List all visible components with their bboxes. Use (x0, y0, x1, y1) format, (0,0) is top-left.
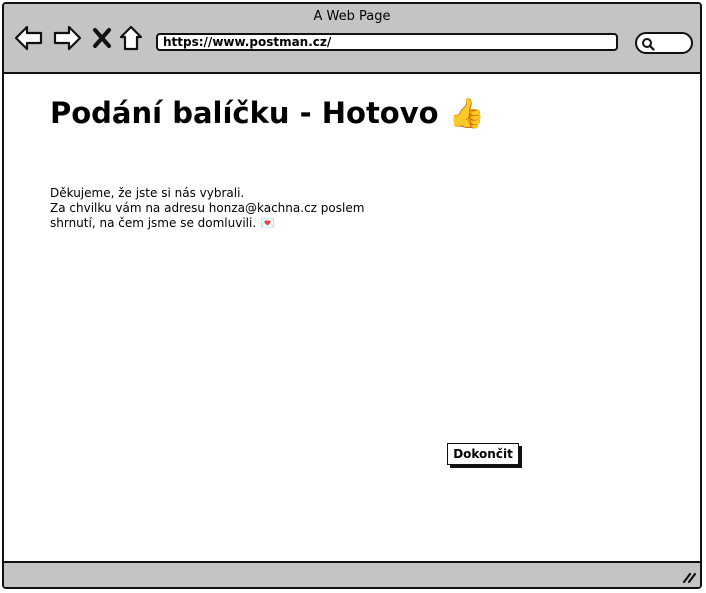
back-arrow-icon[interactable] (14, 24, 44, 52)
close-icon[interactable] (92, 27, 112, 49)
browser-toolbar: A Web Page https://www.postman.cz/ (4, 4, 700, 74)
message-line: Za chvilku vám na adresu honza@kachna.cz… (50, 201, 365, 215)
finish-button[interactable]: Dokončit (447, 443, 519, 465)
page-title: Podání balíčku - Hotovo 👍 (50, 94, 485, 132)
message-line: shrnutí, na čem jsme se domluvili. 💌 (50, 216, 275, 230)
page-content: Podání balíčku - Hotovo 👍 Děkujeme, že j… (4, 74, 700, 561)
forward-arrow-icon[interactable] (52, 24, 82, 52)
home-icon[interactable] (118, 24, 144, 52)
thumbs-up-icon: 👍 (448, 96, 485, 130)
address-bar[interactable]: https://www.postman.cz/ (156, 33, 618, 51)
message-line: Děkujeme, že jste si nás vybrali. (50, 186, 245, 200)
search-field[interactable] (635, 32, 693, 54)
confirmation-message: Děkujeme, že jste si nás vybrali. Za chv… (50, 186, 364, 231)
status-bar (4, 561, 700, 587)
search-icon (642, 38, 655, 51)
browser-window: A Web Page https://www.postman.cz/ Podán… (2, 2, 702, 589)
resize-grip-icon[interactable] (682, 571, 696, 583)
window-title: A Web Page (313, 9, 391, 24)
page-title-text: Podání balíčku - Hotovo (50, 96, 439, 130)
